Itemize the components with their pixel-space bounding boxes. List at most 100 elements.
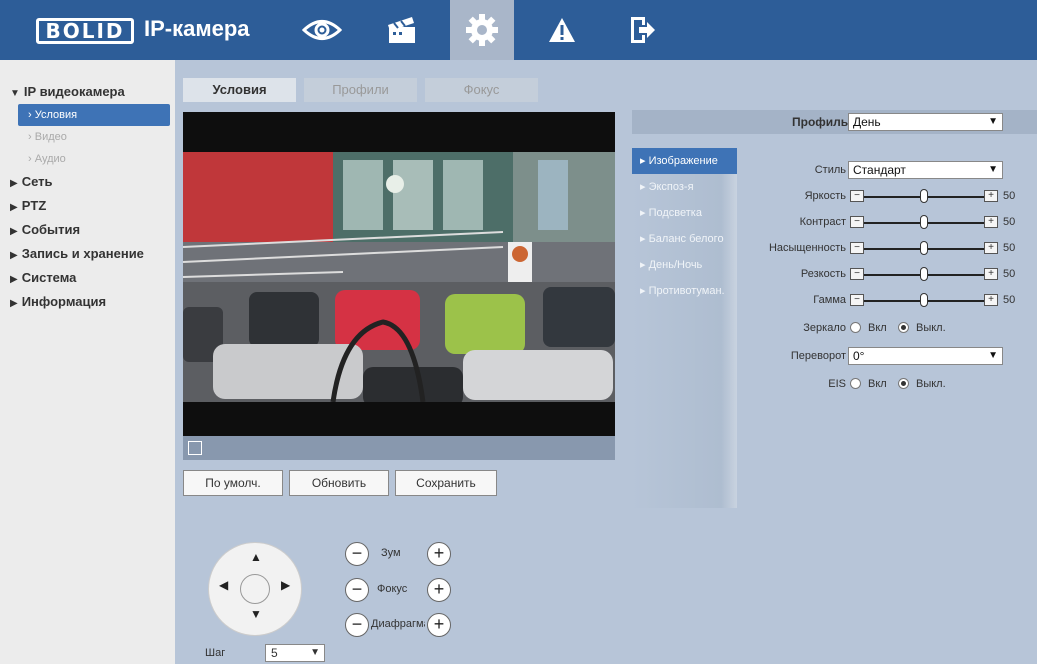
clapperboard-icon: [388, 17, 415, 43]
gear-icon: [466, 14, 498, 46]
bolid-logo: BOLID: [36, 18, 134, 44]
tab-conditions[interactable]: Условия: [183, 78, 296, 102]
playback-button[interactable]: [370, 0, 434, 60]
flip-select[interactable]: 0° ▼: [848, 347, 1003, 365]
saturation-slider-knob[interactable]: [920, 241, 928, 255]
camera-snapshot: [183, 112, 615, 436]
menu-item-defog[interactable]: ▸ Противотуман.: [632, 278, 737, 304]
video-preview[interactable]: [183, 112, 615, 436]
sidebar-item-conditions[interactable]: › Условия: [18, 104, 170, 126]
menu-item-exposure[interactable]: ▸ Экспоз-я: [632, 174, 737, 200]
brightness-value: 50: [1003, 190, 1016, 202]
left-arrow-icon[interactable]: ◀: [219, 578, 228, 592]
menu-item-backlight[interactable]: ▸ Подсветка: [632, 200, 737, 226]
sidebar-group-info[interactable]: ▶ Информация: [0, 290, 175, 314]
settings-button[interactable]: [450, 0, 514, 60]
sidebar-item-audio[interactable]: › Аудио: [18, 148, 170, 170]
zoom-label: Зум: [381, 547, 401, 559]
ptz-center-button[interactable]: [240, 574, 270, 604]
sidebar-group-ptz[interactable]: ▶ PTZ: [0, 194, 175, 218]
zoom-in-button[interactable]: +: [427, 542, 451, 566]
tab-focus[interactable]: Фокус: [425, 78, 538, 102]
down-arrow-icon[interactable]: ▼: [250, 607, 262, 621]
gamma-minus-button[interactable]: −: [850, 294, 864, 306]
sidebar-group-storage[interactable]: ▶ Запись и хранение: [0, 242, 175, 266]
default-button[interactable]: По умолч.: [183, 470, 283, 496]
sharpness-slider-knob[interactable]: [920, 267, 928, 281]
mirror-label: Зеркало: [803, 322, 846, 334]
menu-item-white-balance[interactable]: ▸ Баланс белого: [632, 226, 737, 252]
collapsed-triangle-icon: ▶: [10, 250, 18, 261]
collapsed-triangle-icon: ▶: [10, 298, 18, 309]
video-toolbar: [183, 436, 615, 460]
refresh-button[interactable]: Обновить: [289, 470, 389, 496]
logout-button[interactable]: [610, 0, 674, 60]
focus-minus-button[interactable]: −: [345, 578, 369, 602]
eis-on-radio[interactable]: [850, 378, 861, 389]
mirror-on-label: Вкл: [868, 322, 887, 334]
contrast-minus-button[interactable]: −: [850, 216, 864, 228]
save-button[interactable]: Сохранить: [395, 470, 497, 496]
sharpness-plus-button[interactable]: +: [984, 268, 998, 280]
sidebar-group-ip-camera[interactable]: ▼ IP видеокамера: [0, 80, 175, 104]
iris-plus-button[interactable]: +: [427, 613, 451, 637]
collapsed-triangle-icon: ▶: [10, 226, 18, 237]
mirror-on-radio[interactable]: [850, 322, 861, 333]
sharpness-label: Резкость: [800, 268, 846, 280]
sharpness-value: 50: [1003, 268, 1016, 280]
mirror-off-radio[interactable]: [898, 322, 909, 333]
sidebar-item-video[interactable]: › Видео: [18, 126, 170, 148]
gamma-plus-button[interactable]: +: [984, 294, 998, 306]
sharpness-minus-button[interactable]: −: [850, 268, 864, 280]
style-select[interactable]: Стандарт ▼: [848, 161, 1003, 179]
menu-item-day-night[interactable]: ▸ День/Ночь: [632, 252, 737, 278]
eis-on-label: Вкл: [868, 378, 887, 390]
mirror-off-label: Выкл.: [916, 322, 946, 334]
tab-profiles[interactable]: Профили: [304, 78, 417, 102]
menu-item-image[interactable]: ▸ Изображение: [632, 148, 737, 174]
app-title: IP-камера: [144, 16, 250, 41]
chevron-right-icon: ›: [28, 153, 32, 165]
iris-label: Диафрагма: [371, 618, 425, 630]
sidebar-group-events[interactable]: ▶ События: [0, 218, 175, 242]
alarm-button[interactable]: [530, 0, 594, 60]
sidebar-group-system[interactable]: ▶ Система: [0, 266, 175, 290]
eis-off-radio[interactable]: [898, 378, 909, 389]
chevron-down-icon: ▼: [988, 350, 998, 361]
top-header: BOLID IP-камера: [0, 0, 1037, 60]
profile-select[interactable]: День ▼: [848, 113, 1003, 131]
warning-icon: [549, 18, 575, 42]
exit-icon: [631, 17, 655, 43]
focus-plus-button[interactable]: +: [427, 578, 451, 602]
brightness-plus-button[interactable]: +: [984, 190, 998, 202]
gamma-label: Гамма: [813, 294, 846, 306]
gamma-value: 50: [1003, 294, 1016, 306]
fullscreen-icon[interactable]: [188, 441, 202, 455]
zoom-out-button[interactable]: −: [345, 542, 369, 566]
sidebar-group-network[interactable]: ▶ Сеть: [0, 170, 175, 194]
profile-bar: Профиль День ▼: [632, 110, 1037, 134]
up-arrow-icon[interactable]: ▲: [250, 550, 262, 564]
contrast-label: Контраст: [799, 216, 846, 228]
chevron-down-icon: ▼: [988, 116, 998, 127]
chevron-down-icon: ▼: [988, 164, 998, 175]
step-select[interactable]: 5 ▼: [265, 644, 325, 662]
iris-minus-button[interactable]: −: [345, 613, 369, 637]
tab-bar: Условия Профили Фокус: [175, 78, 538, 102]
saturation-plus-button[interactable]: +: [984, 242, 998, 254]
brightness-label: Яркость: [804, 190, 846, 202]
collapsed-triangle-icon: ▶: [10, 178, 18, 189]
chevron-right-icon: ›: [28, 109, 32, 121]
live-view-button[interactable]: [290, 0, 354, 60]
saturation-value: 50: [1003, 242, 1016, 254]
brightness-minus-button[interactable]: −: [850, 190, 864, 202]
contrast-slider-knob[interactable]: [920, 215, 928, 229]
image-settings-menu: ▸ Изображение ▸ Экспоз-я ▸ Подсветка ▸ Б…: [632, 148, 737, 508]
brightness-slider-knob[interactable]: [920, 189, 928, 203]
gamma-slider-knob[interactable]: [920, 293, 928, 307]
main-content: Условия Профили Фокус По умолч. Обновить…: [175, 60, 1037, 664]
right-arrow-icon[interactable]: ▶: [281, 578, 290, 592]
flip-label: Переворот: [790, 350, 846, 362]
saturation-minus-button[interactable]: −: [850, 242, 864, 254]
contrast-plus-button[interactable]: +: [984, 216, 998, 228]
